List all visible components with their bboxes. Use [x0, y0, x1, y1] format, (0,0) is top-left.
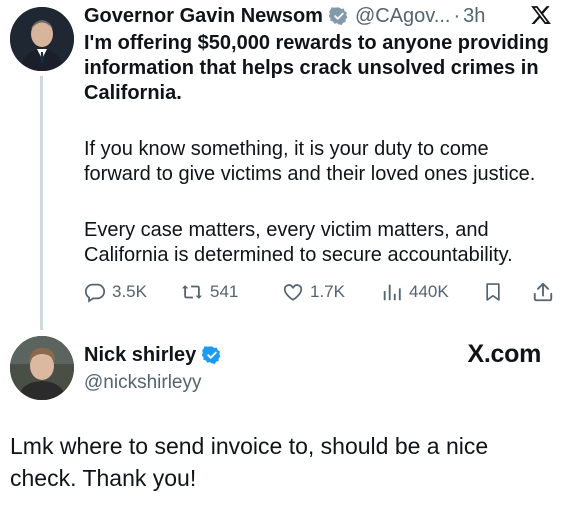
- separator-dot: ·: [453, 4, 461, 27]
- reply-text: Lmk where to send invoice to, should be …: [10, 433, 489, 491]
- tweet-paragraph-2: Every case matters, every victim matters…: [84, 219, 513, 266]
- repost-count: 541: [210, 282, 239, 301]
- like-count: 1.7K: [310, 282, 345, 301]
- repost-icon: [181, 285, 203, 299]
- author-name[interactable]: Nick shirley: [84, 344, 196, 367]
- verified-badge-icon: [202, 345, 222, 365]
- avatar-governor[interactable]: [10, 7, 74, 71]
- like-button[interactable]: 1.7K: [282, 279, 345, 305]
- view-count: 440K: [409, 282, 449, 301]
- verified-badge-icon: [328, 6, 349, 26]
- bookmark-button[interactable]: [483, 279, 509, 305]
- views-icon: [383, 284, 401, 301]
- author-handle[interactable]: @CAgov...: [355, 5, 451, 28]
- tweet-time[interactable]: 3h: [463, 5, 485, 28]
- author-name[interactable]: Governor Gavin Newsom: [84, 5, 323, 28]
- site-watermark: X.com: [467, 340, 541, 368]
- tweet-actions: 3.5K 541 1.7K 440K: [84, 279, 554, 305]
- avatar-governor-image: [10, 7, 74, 71]
- avatar-nick-image: [10, 336, 74, 400]
- like-icon: [283, 284, 303, 301]
- share-icon: [533, 282, 553, 302]
- tweet1-header: Governor Gavin Newsom @CAgov... · 3h: [84, 3, 558, 29]
- reply-count: 3.5K: [112, 282, 147, 301]
- bookmark-icon: [486, 283, 500, 301]
- reply-icon: [84, 283, 106, 303]
- views-button[interactable]: 440K: [381, 279, 449, 305]
- author-handle[interactable]: @nickshirleyy: [84, 372, 201, 394]
- x-logo-icon[interactable]: [530, 4, 552, 26]
- share-button[interactable]: [532, 279, 560, 305]
- thread-line: [40, 76, 43, 330]
- tweet-headline: I'm offering $50,000 rewards to anyone p…: [84, 32, 549, 104]
- reply-button[interactable]: 3.5K: [84, 279, 147, 305]
- tweet2-header: Nick shirley: [84, 343, 228, 367]
- avatar-nick[interactable]: [10, 336, 74, 400]
- repost-button[interactable]: 541: [180, 279, 238, 305]
- tweet-paragraph-1: If you know something, it is your duty t…: [84, 138, 536, 185]
